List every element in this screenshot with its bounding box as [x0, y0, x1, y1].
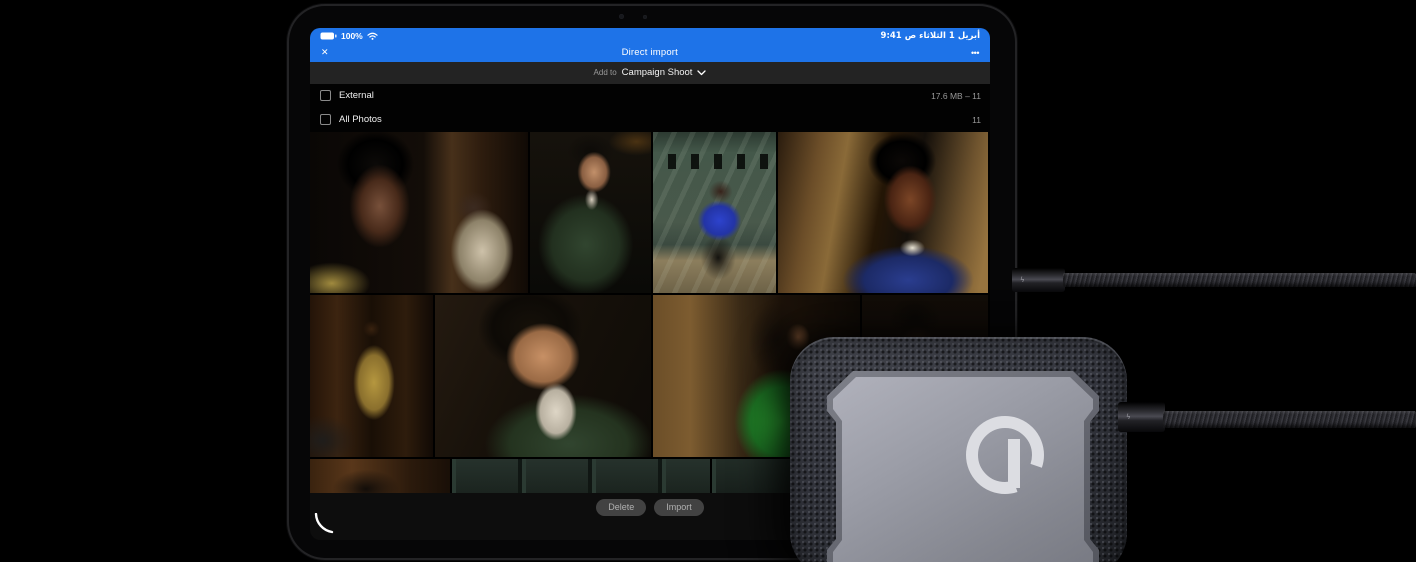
- status-bar: 100% 9:41 ص الثلاثاء 1 أبريل: [310, 28, 990, 45]
- delete-button[interactable]: Delete: [596, 498, 647, 516]
- app-header: ✕ Direct import •••: [310, 44, 990, 62]
- photo-thumbnail[interactable]: [452, 458, 710, 493]
- progress-arc-icon: [314, 513, 334, 534]
- source-row-external[interactable]: External 17.6 MB – 11: [310, 84, 990, 108]
- cable-connector: ϟ: [1118, 402, 1165, 432]
- g-drive-logo-icon: [966, 416, 1044, 494]
- thunderbolt-cable-top: [1063, 273, 1416, 287]
- checkbox[interactable]: [320, 114, 331, 126]
- photo-thumbnail[interactable]: [653, 131, 776, 293]
- close-button[interactable]: ✕: [321, 47, 329, 58]
- chevron-down-icon: [697, 70, 707, 75]
- clock-meridiem: ص: [904, 31, 917, 41]
- scene: 100% 9:41 ص الثلاثاء 1 أبريل ✕ Direct im…: [0, 0, 1416, 562]
- add-to-label: Add to: [593, 68, 617, 78]
- album-dropdown[interactable]: Add to Campaign Shoot: [310, 61, 990, 84]
- date-day: 1: [948, 31, 955, 41]
- more-button[interactable]: •••: [971, 48, 979, 58]
- clock-datetime: 9:41 ص الثلاثاء 1 أبريل: [881, 31, 980, 41]
- date-weekday: الثلاثاء: [919, 31, 946, 41]
- source-label: All Photos: [339, 114, 382, 126]
- album-name: Campaign Shoot: [621, 67, 693, 79]
- clock-time: 9:41: [880, 31, 902, 41]
- date-month: أبريل: [957, 31, 980, 41]
- page-title: Direct import: [621, 47, 679, 59]
- photo-thumbnail[interactable]: [435, 294, 651, 457]
- thunderbolt-icon: ϟ: [1126, 413, 1131, 421]
- source-meta: 17.6 MB – 11: [931, 90, 981, 101]
- external-ssd-drive: [790, 337, 1127, 562]
- photo-thumbnail[interactable]: [310, 131, 528, 293]
- source-row-all-photos[interactable]: All Photos 11: [310, 108, 990, 132]
- photo-thumbnail[interactable]: [530, 131, 651, 293]
- thunderbolt-icon: ϟ: [1020, 276, 1025, 284]
- checkbox[interactable]: [320, 90, 331, 102]
- source-list: External 17.6 MB – 11 All Photos 11: [310, 83, 990, 132]
- ambient-sensor-icon: [643, 15, 647, 19]
- photo-thumbnail[interactable]: [778, 131, 988, 293]
- wifi-icon: [367, 32, 378, 40]
- battery-icon: [320, 32, 337, 40]
- thunderbolt-cable-drive: [1163, 411, 1416, 428]
- photo-thumbnail[interactable]: [310, 458, 450, 493]
- source-meta: 11: [972, 114, 981, 125]
- front-camera-icon: [619, 14, 624, 19]
- source-label: External: [339, 90, 374, 102]
- photo-thumbnail[interactable]: [310, 294, 433, 457]
- cable-connector: ϟ: [1012, 268, 1065, 292]
- import-button[interactable]: Import: [654, 498, 704, 516]
- battery-percent: 100%: [341, 31, 363, 41]
